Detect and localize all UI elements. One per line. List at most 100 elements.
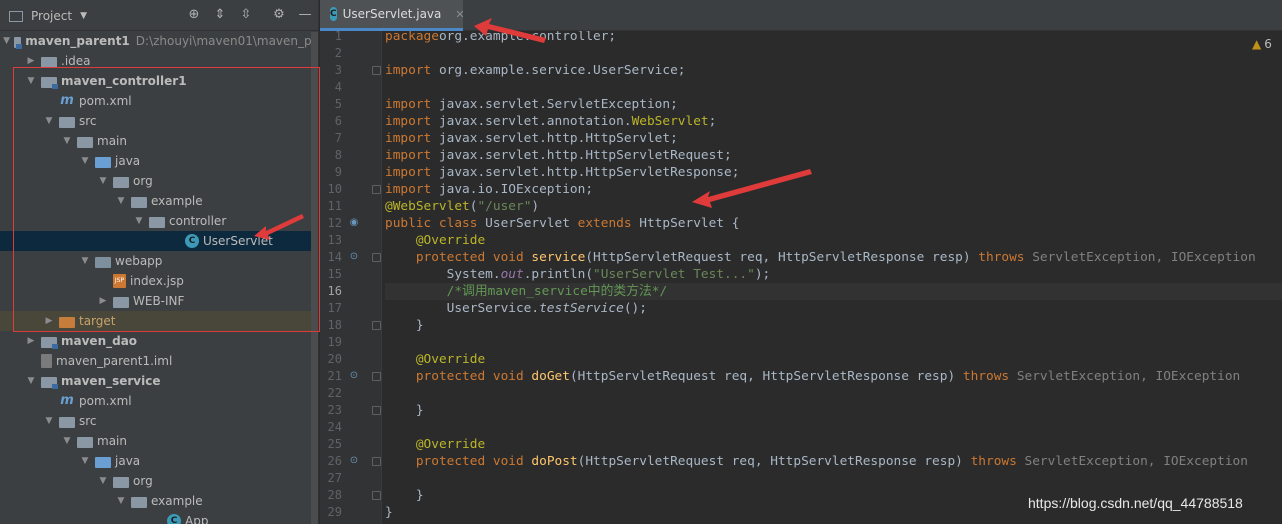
- code-token: }: [385, 403, 424, 418]
- code-line[interactable]: [385, 334, 1282, 351]
- fold-marker-icon[interactable]: [372, 66, 381, 75]
- override-icon[interactable]: ⊙: [348, 370, 360, 382]
- code-line[interactable]: protected void doGet(HttpServletRequest …: [385, 368, 1282, 385]
- code-line[interactable]: @Override: [385, 351, 1282, 368]
- tree-item-app[interactable]: C App: [0, 511, 318, 524]
- code-line[interactable]: import java.io.IOException;: [385, 181, 1282, 198]
- tree-item-src[interactable]: ▼ src: [0, 411, 318, 431]
- code-line[interactable]: [385, 470, 1282, 487]
- chevron-down-icon[interactable]: ▼: [25, 375, 37, 387]
- override-icon[interactable]: ⊙: [348, 455, 360, 467]
- code-line[interactable]: }: [385, 317, 1282, 334]
- code-line[interactable]: import javax.servlet.ServletException;: [385, 96, 1282, 113]
- fold-marker-icon[interactable]: [372, 253, 381, 262]
- tree-item-example[interactable]: ▼ example: [0, 491, 318, 511]
- code-token: ): [531, 199, 540, 214]
- chevron-down-icon[interactable]: ▼: [97, 475, 109, 487]
- tree-item-maven-parent1-iml[interactable]: maven_parent1.iml: [0, 351, 318, 371]
- tree-item-pom-xml[interactable]: m pom.xml: [0, 391, 318, 411]
- close-icon[interactable]: ✕: [455, 8, 464, 21]
- code-editor[interactable]: packageorg.example.controller;import org…: [383, 31, 1282, 524]
- tab-userservlet-java[interactable]: C UserServlet.java ✕: [320, 0, 465, 31]
- tree-item-maven-parent1[interactable]: ▼ maven_parent1 D:\zhouyi\maven01\maven_pa: [0, 31, 319, 51]
- code-token: import: [385, 97, 439, 112]
- line-number: 10: [327, 182, 342, 196]
- line-number: 24: [327, 420, 342, 434]
- fold-marker-icon[interactable]: [372, 321, 381, 330]
- code-line[interactable]: import org.example.service.UserService;: [385, 62, 1282, 79]
- tree-item-org[interactable]: ▼ org: [0, 471, 318, 491]
- code-token: testService: [539, 301, 624, 316]
- code-token: protected void: [415, 369, 532, 384]
- code-token: }: [385, 505, 393, 520]
- chevron-down-icon[interactable]: ▼: [3, 35, 10, 47]
- tree-item-path: D:\zhouyi\maven01\maven_pa: [135, 34, 319, 48]
- code-line[interactable]: System.out.println("UserServlet Test..."…: [385, 266, 1282, 283]
- fold-marker-icon[interactable]: [372, 406, 381, 415]
- code-line[interactable]: protected void service(HttpServletReques…: [385, 249, 1282, 266]
- tree-item-maven-dao[interactable]: ▶ maven_dao: [0, 331, 318, 351]
- chevron-down-icon[interactable]: ▼: [115, 495, 127, 507]
- annotation-arrow-webservlet: [692, 169, 812, 208]
- code-token: @Override: [415, 437, 486, 452]
- fold-marker-icon[interactable]: [372, 457, 381, 466]
- code-line[interactable]: @Override: [385, 436, 1282, 453]
- code-line[interactable]: [385, 45, 1282, 62]
- fold-marker-icon[interactable]: [372, 185, 381, 194]
- folder-icon: [59, 416, 75, 428]
- chevron-right-icon[interactable]: ▶: [25, 55, 37, 67]
- code-token: protected void: [415, 250, 532, 265]
- line-number: 11: [327, 199, 342, 213]
- code-line[interactable]: [385, 419, 1282, 436]
- code-token: public class: [385, 216, 486, 231]
- code-token: ServletException, IOException: [1032, 250, 1256, 265]
- code-token: package: [385, 31, 439, 44]
- line-number: 6: [334, 114, 342, 128]
- tree-item-maven-service[interactable]: ▼ maven_service: [0, 371, 318, 391]
- chevron-down-icon[interactable]: ▼: [79, 455, 91, 467]
- override-icon[interactable]: ⊙: [348, 251, 360, 263]
- code-line[interactable]: }: [385, 402, 1282, 419]
- implemented-icon[interactable]: ◉: [348, 217, 360, 229]
- code-line[interactable]: import javax.servlet.http.HttpServletRes…: [385, 164, 1282, 181]
- chevron-right-icon[interactable]: ▶: [25, 335, 37, 347]
- code-line[interactable]: import javax.servlet.http.HttpServlet;: [385, 130, 1282, 147]
- inspection-warnings[interactable]: ▲ 6: [1252, 37, 1272, 51]
- code-line[interactable]: UserService.testService();: [385, 300, 1282, 317]
- code-token: import: [385, 63, 439, 78]
- code-line[interactable]: import javax.servlet.annotation.WebServl…: [385, 113, 1282, 130]
- code-token: "UserServlet Test...": [593, 267, 755, 282]
- line-number: 9: [334, 165, 342, 179]
- code-line[interactable]: @Override: [385, 232, 1282, 249]
- code-line[interactable]: @WebServlet("/user"): [385, 198, 1282, 215]
- code-line[interactable]: [385, 79, 1282, 96]
- editor-gutter: 1 2 3 4 5 6 7 8 9 10 11 12 ◉ 13 14 ⊙ 15 16 17 18 19 20 21 ⊙ 22 23…: [320, 29, 382, 524]
- fold-marker-icon[interactable]: [372, 491, 381, 500]
- code-line[interactable]: [385, 385, 1282, 402]
- project-view-selector[interactable]: Project ▼: [9, 9, 87, 23]
- minimize-icon[interactable]: —: [298, 8, 312, 22]
- code-token: @WebServlet: [385, 199, 470, 214]
- tree-item-java[interactable]: ▼ java: [0, 451, 318, 471]
- line-number: 4: [334, 80, 342, 94]
- code-token: import: [385, 182, 439, 197]
- chevron-down-icon[interactable]: ▼: [61, 435, 73, 447]
- locate-icon[interactable]: ⊕: [187, 8, 201, 22]
- gear-icon[interactable]: ⚙: [272, 8, 286, 22]
- project-folder-icon: [9, 10, 23, 22]
- chevron-down-icon[interactable]: ▼: [43, 415, 55, 427]
- expand-all-icon[interactable]: ⇕: [213, 8, 227, 22]
- module-folder-icon: [41, 376, 58, 389]
- line-number: 22: [327, 386, 342, 400]
- code-line[interactable]: public class UserServlet extends HttpSer…: [385, 215, 1282, 232]
- tree-item-main[interactable]: ▼ main: [0, 431, 318, 451]
- collapse-all-icon[interactable]: ⇳: [239, 8, 253, 22]
- code-token: extends: [577, 216, 640, 231]
- code-line[interactable]: /*调用maven_service中的类方法*/: [385, 283, 1282, 300]
- fold-marker-icon[interactable]: [372, 372, 381, 381]
- code-line[interactable]: import javax.servlet.http.HttpServletReq…: [385, 147, 1282, 164]
- code-line[interactable]: protected void doPost(HttpServletRequest…: [385, 453, 1282, 470]
